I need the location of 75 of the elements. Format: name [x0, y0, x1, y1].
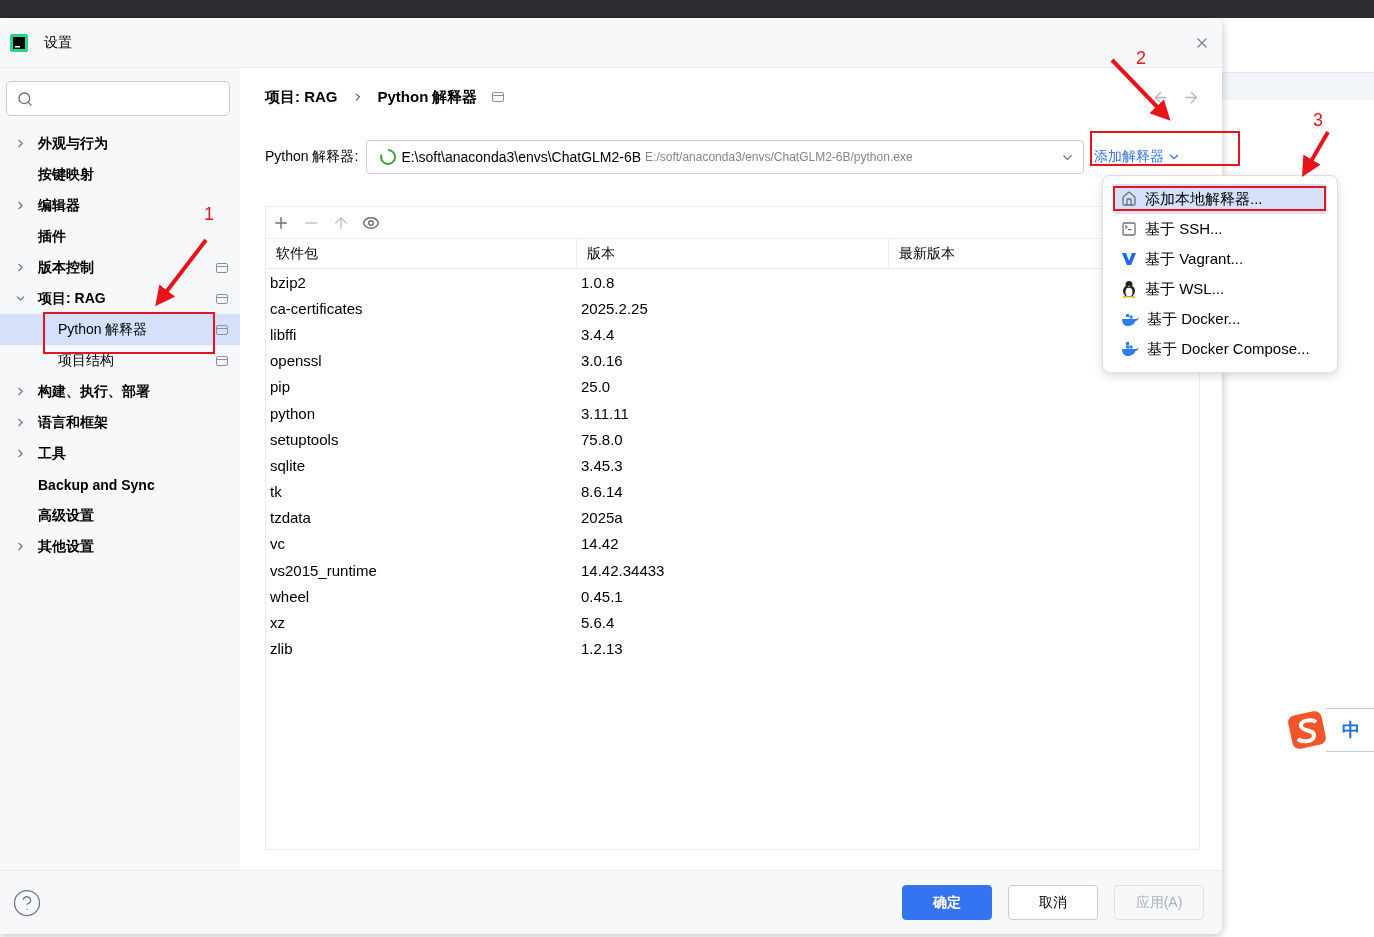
ime-mode[interactable]: 中	[1342, 718, 1360, 742]
menu-item[interactable]: 基于 Docker Compose...	[1113, 334, 1327, 364]
table-cell-text: vc	[269, 535, 286, 553]
annotation-arrow	[1302, 131, 1330, 177]
table-cell-text: 3.0.16	[580, 352, 624, 370]
dialog-title: 设置	[44, 33, 73, 52]
table-cell-text: 8.6.14	[580, 483, 624, 501]
table-cell-text: 2025.2.25	[580, 299, 649, 317]
table-cell-text: 5.6.4	[580, 614, 616, 632]
penguin-icon	[1121, 280, 1137, 298]
table-cell-text: xz	[269, 614, 286, 632]
home-icon	[1121, 191, 1137, 207]
dialog-button[interactable]: 确定	[902, 885, 992, 920]
whale-icon	[1121, 311, 1139, 327]
terminal-icon	[1121, 221, 1137, 237]
annotation-number: 2	[1136, 48, 1146, 69]
search-icon	[17, 90, 33, 107]
tree-item[interactable]: Backup and Sync	[38, 476, 155, 493]
table-cell-text: tzdata	[269, 509, 312, 527]
table-cell-text: libffi	[269, 325, 298, 343]
annotation-number: 3	[1313, 110, 1323, 131]
menu-item[interactable]: 基于 Docker...	[1113, 304, 1327, 334]
table-cell-text: wheel	[269, 587, 311, 605]
search-field[interactable]	[6, 81, 230, 116]
breadcrumb-item: Python 解释器	[377, 87, 478, 107]
tree-item[interactable]: 工具	[38, 444, 66, 463]
help-icon[interactable]	[12, 887, 42, 918]
table-cell-text: bzip2	[269, 273, 307, 291]
tree-item[interactable]: Python 解释器	[0, 314, 240, 345]
breadcrumb-item: 项目: RAG	[265, 87, 338, 107]
annotation-number: 1	[204, 204, 214, 225]
tree-item[interactable]: 构建、执行、部署	[38, 382, 150, 401]
interpreter-dropdown[interactable]: E:\soft\anaconda3\envs\ChatGLM2-6B E:/soft/anaconda3/envs/ChatGLM2-6B/python.exe	[366, 140, 1085, 174]
tree-item[interactable]: 编辑器	[38, 196, 80, 215]
whale-icon	[1121, 341, 1139, 357]
table-cell-text: 1.0.8	[580, 273, 616, 291]
spinner-icon	[379, 148, 398, 166]
table-cell-text: 3.11.11	[580, 404, 630, 422]
table-cell-text: pip	[269, 378, 292, 396]
table-cell-text: openssl	[269, 352, 323, 370]
v-logo-icon	[1121, 251, 1137, 267]
interpreter-label: Python 解释器:	[265, 148, 359, 166]
table-cell-text: 25.0	[580, 378, 612, 396]
tree-item[interactable]: 按键映射	[38, 165, 94, 184]
table-cell-text: vs2015_runtime	[269, 561, 378, 579]
project-scope-icon	[491, 92, 504, 102]
tree-item[interactable]: 项目结构	[58, 351, 114, 370]
column-header[interactable]: 版本	[577, 239, 889, 268]
table-cell-text: setuptools	[269, 430, 340, 448]
tree-item[interactable]: 其他设置	[38, 537, 94, 556]
table-cell-text: 14.42	[580, 535, 620, 553]
tree-item[interactable]: 语言和框架	[38, 413, 108, 432]
tree-item[interactable]: 版本控制	[38, 258, 94, 277]
table-cell-text: 3.4.4	[580, 325, 616, 343]
tree-item[interactable]: 外观与行为	[38, 134, 108, 153]
table-cell-text: 14.42.34433	[580, 561, 666, 579]
table-cell-text: 75.8.0	[580, 430, 624, 448]
table-cell-text: 1.2.13	[580, 640, 624, 658]
table-cell-text: tk	[269, 483, 283, 501]
table-cell-text: python	[269, 404, 317, 422]
annotation-arrow	[155, 238, 208, 307]
table-cell-text: sqlite	[269, 456, 307, 474]
table-cell-text: 3.45.3	[580, 456, 624, 474]
tree-item[interactable]: 项目: RAG	[38, 289, 106, 308]
column-header[interactable]: 软件包	[266, 239, 577, 268]
tree-item[interactable]: 高级设置	[38, 506, 94, 525]
add-interpreter-link[interactable]: 添加解释器	[1094, 148, 1182, 166]
tree-item[interactable]: 插件	[38, 227, 66, 246]
table-cell-text: zlib	[269, 640, 294, 658]
dialog-button[interactable]: 取消	[1008, 885, 1098, 920]
menu-item[interactable]: 基于 WSL...	[1113, 274, 1327, 304]
table-cell-text: 2025a	[580, 509, 624, 527]
app-logo-icon	[10, 33, 28, 52]
table-cell-text: 0.45.1	[580, 587, 624, 605]
table-cell-text: ca-certificates	[269, 299, 364, 317]
